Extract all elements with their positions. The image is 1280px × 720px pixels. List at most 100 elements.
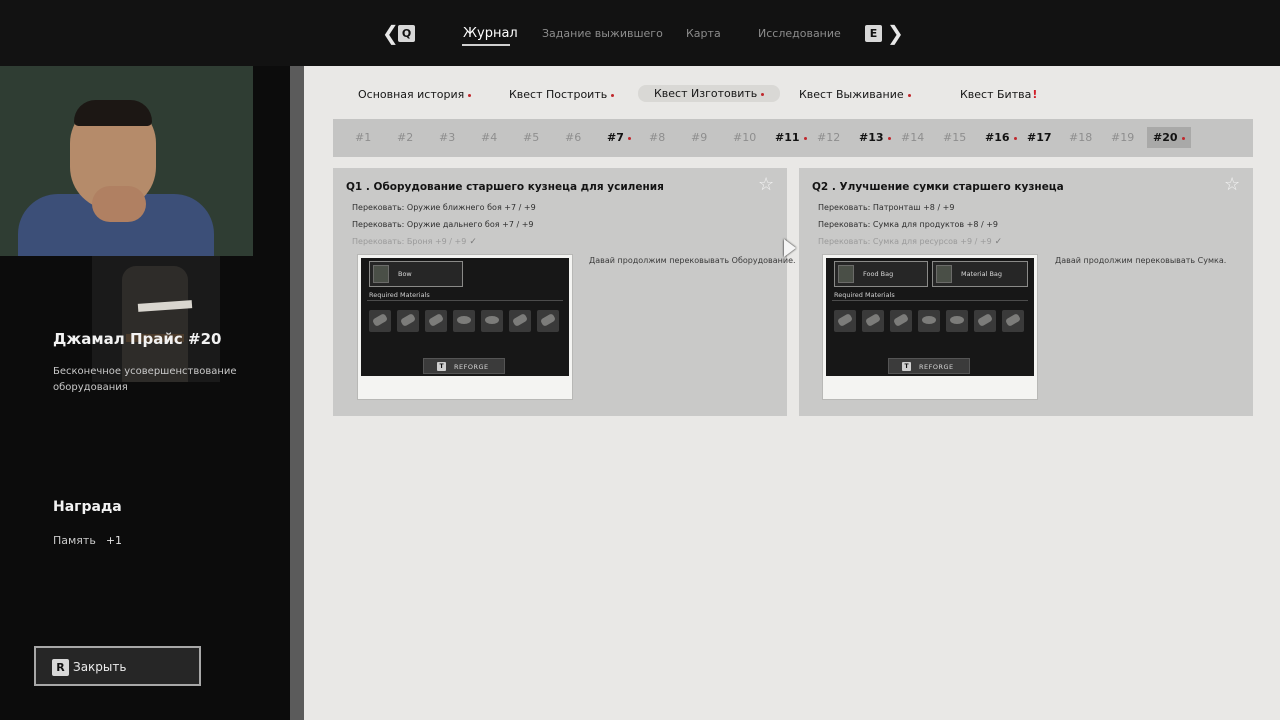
tab-research[interactable]: Исследование (758, 27, 841, 40)
quest-number-label: #7 (607, 131, 624, 144)
close-key: R (52, 659, 69, 676)
quest-task-text: Перековать: Броня +9 / +9 (352, 237, 467, 246)
quest-title: Q1 . Оборудование старшего кузнеца для у… (346, 181, 664, 193)
quest-number-7[interactable]: #7 (607, 131, 631, 144)
favorite-star-icon[interactable]: ☆ (1224, 176, 1242, 194)
quest-number-label: #8 (649, 131, 666, 144)
quest-description: Бесконечное усовершенствование оборудова… (53, 366, 237, 393)
material-icon (425, 310, 447, 332)
journal-panel: Основная история Квест Построить Квест И… (304, 66, 1280, 720)
item-slot: Food Bag (834, 261, 928, 287)
active-tab-underline (462, 44, 510, 46)
check-icon: ✓ (469, 237, 477, 247)
quest-number-label: #20 (1153, 131, 1178, 144)
category-label: Квест Битва (960, 88, 1032, 101)
quest-number-1[interactable]: #1 (355, 131, 371, 144)
category-survival-quest[interactable]: Квест Выживание (799, 88, 911, 101)
category-battle-quest[interactable]: Квест Битва! (960, 88, 1037, 101)
chevron-right-icon[interactable]: ❯ (887, 22, 904, 44)
item-slot-label: Material Bag (961, 270, 1003, 278)
reforge-screen-preview: Bow Required Materials T REFORGE (361, 258, 569, 376)
favorite-star-icon[interactable]: ☆ (758, 176, 776, 194)
quest-note: Давай продолжим перековывать Оборудовани… (589, 256, 796, 265)
material-bag-icon (936, 265, 952, 283)
quest-number-5[interactable]: #5 (523, 131, 539, 144)
quest-number-16[interactable]: #16 (985, 131, 1017, 144)
quest-task: Перековать: Патронташ +8 / +9 (818, 203, 955, 212)
reforge-key: T (902, 362, 911, 371)
quest-task: Перековать: Сумка для продуктов +8 / +9 (818, 220, 999, 229)
quest-screenshot: Food Bag Material Bag Required Materials (822, 254, 1038, 400)
quest-number-9[interactable]: #9 (691, 131, 707, 144)
category-label: Основная история (358, 88, 465, 101)
category-label: Квест Выживание (799, 88, 904, 101)
new-dot-icon (761, 92, 765, 96)
chevron-left-icon[interactable]: ❮ (382, 22, 399, 44)
reward-item: Память +1 (53, 534, 122, 547)
quest-number-label: #16 (985, 131, 1010, 144)
material-icon (397, 310, 419, 332)
quest-number-label: #17 (1027, 131, 1052, 144)
divider (367, 300, 563, 301)
category-build-quest[interactable]: Квест Построить (509, 88, 615, 101)
category-craft-quest[interactable]: Квест Изготовить (638, 85, 781, 102)
quest-number-14[interactable]: #14 (901, 131, 924, 144)
quest-number-label: #5 (523, 131, 540, 144)
quest-number-8[interactable]: #8 (649, 131, 665, 144)
prev-tab-key: Q (398, 25, 415, 42)
quest-number-label: #15 (943, 131, 967, 144)
quest-number-3[interactable]: #3 (439, 131, 455, 144)
tab-journal[interactable]: Журнал (463, 26, 518, 41)
reforge-button-preview: T REFORGE (888, 358, 970, 374)
quest-number-6[interactable]: #6 (565, 131, 581, 144)
quest-number-label: #14 (901, 131, 925, 144)
quest-number-20[interactable]: #20 (1147, 127, 1191, 148)
quest-number-11[interactable]: #11 (775, 131, 807, 144)
quest-card-q1[interactable]: Q1 . Оборудование старшего кузнеца для у… (333, 168, 796, 416)
material-icon (918, 310, 940, 332)
new-dot-icon (907, 93, 911, 97)
quest-number-10[interactable]: #10 (733, 131, 756, 144)
quest-number-2[interactable]: #2 (397, 131, 413, 144)
webcam-person-hand (92, 186, 146, 222)
close-button[interactable]: R Закрыть (34, 646, 201, 686)
quest-number-18[interactable]: #18 (1069, 131, 1092, 144)
new-dot-icon (887, 136, 891, 140)
material-icon (1002, 310, 1024, 332)
quest-task: Перековать: Оружие ближнего боя +7 / +9 (352, 203, 536, 212)
item-slot-label: Bow (398, 270, 412, 278)
quest-number-12[interactable]: #12 (817, 131, 840, 144)
quest-number-bar: #1 #2 #3 #4 #5 #6 #7 #8 #9 #10 #11 #12 #13 #14 #15 #16 #… (333, 119, 1253, 157)
quest-note: Давай продолжим перековывать Сумка. (1055, 256, 1227, 265)
item-slot-label: Food Bag (863, 270, 894, 278)
material-icon (834, 310, 856, 332)
tab-survivor-quest[interactable]: Задание выжившего (542, 27, 663, 40)
quest-number-label: #18 (1069, 131, 1093, 144)
quest-number-13[interactable]: #13 (859, 131, 891, 144)
category-main-story[interactable]: Основная история (358, 88, 472, 101)
webcam-person-hair (74, 100, 152, 126)
reforge-screen-preview: Food Bag Material Bag Required Materials (826, 258, 1034, 376)
required-materials-label: Required Materials (834, 291, 895, 299)
food-bag-icon (838, 265, 854, 283)
quest-number-4[interactable]: #4 (481, 131, 497, 144)
quest-card-q2[interactable]: Q2 . Улучшение сумки старшего кузнеца ☆ … (799, 168, 1253, 416)
webcam-overlay (0, 66, 253, 256)
tab-map[interactable]: Карта (686, 27, 721, 40)
quest-number-19[interactable]: #19 (1111, 131, 1134, 144)
material-icon (862, 310, 884, 332)
reward-item-amount: +1 (105, 534, 123, 547)
reward-item-name: Память (53, 534, 96, 547)
reward-heading: Награда (53, 499, 122, 515)
quest-number-label: #6 (565, 131, 582, 144)
category-label: Квест Изготовить (654, 87, 758, 100)
material-icon (509, 310, 531, 332)
quest-number-label: #2 (397, 131, 414, 144)
quest-screenshot: Bow Required Materials T REFORGE (357, 254, 573, 400)
quest-task-completed: Перековать: Сумка для ресурсов +9 / +9 ✓ (818, 237, 1002, 247)
quest-number-15[interactable]: #15 (943, 131, 966, 144)
new-dot-icon (803, 136, 807, 140)
divider (832, 300, 1028, 301)
quest-number-17[interactable]: #17 (1027, 131, 1052, 144)
new-dot-icon (611, 93, 615, 97)
